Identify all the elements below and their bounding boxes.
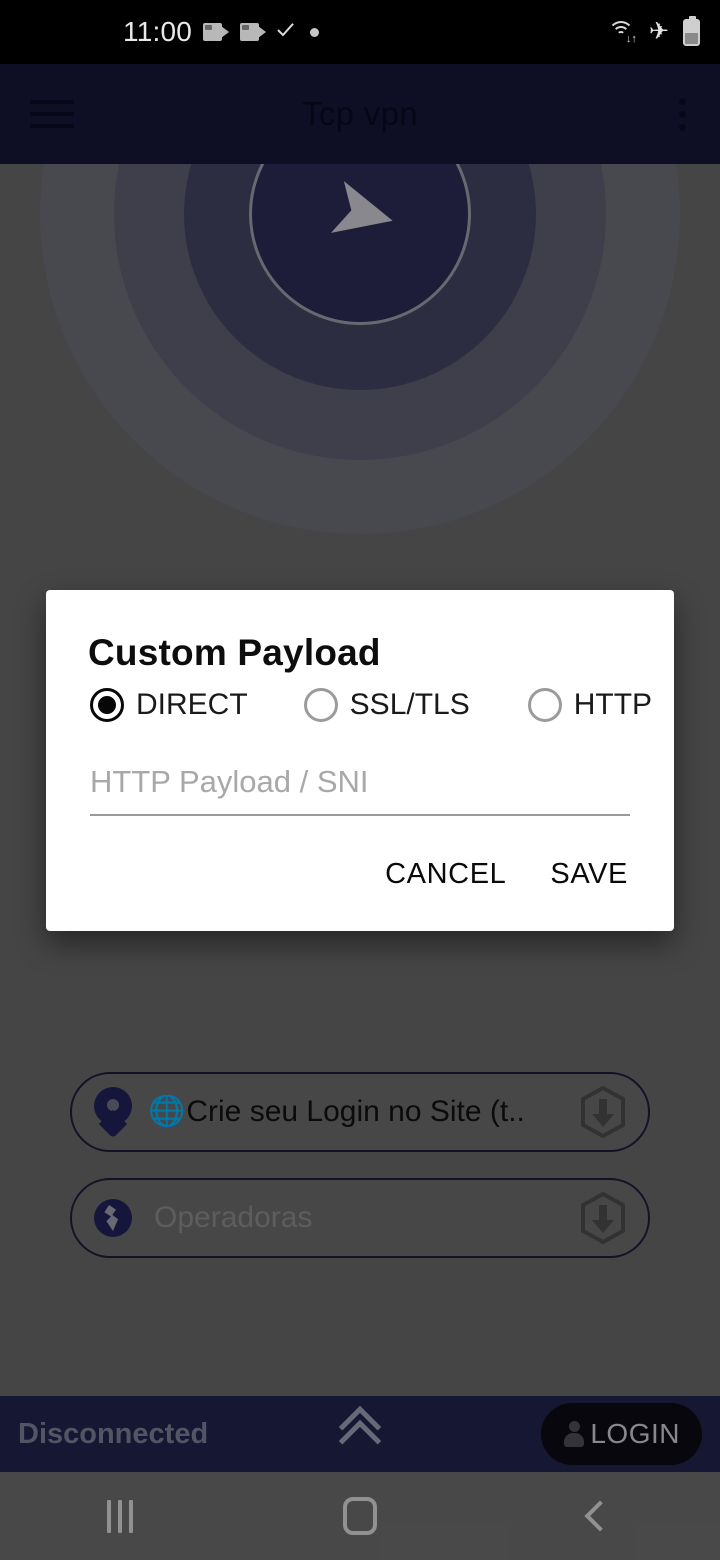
status-bar-clock: 11:00	[123, 16, 192, 47]
check-icon	[277, 25, 299, 39]
payload-field-wrapper	[90, 760, 630, 816]
radio-label-ssltls: SSL/TLS	[349, 688, 470, 721]
radio-label-direct: DIRECT	[136, 688, 248, 721]
dialog-actions: CANCEL SAVE	[46, 816, 674, 931]
status-bar: 11:00 ↓↑ ✈	[0, 0, 720, 64]
radio-button-http[interactable]	[527, 688, 562, 722]
dialog-title: Custom Payload	[88, 632, 381, 673]
payload-input[interactable]	[90, 760, 630, 804]
battery-icon	[683, 15, 700, 46]
radio-option-direct[interactable]: DIRECT	[90, 688, 248, 722]
custom-payload-dialog: Custom Payload DIRECT SSL/TLS HTTP CANCE…	[46, 590, 674, 931]
save-button[interactable]: SAVE	[550, 858, 628, 891]
radio-option-ssltls[interactable]: SSL/TLS	[303, 688, 470, 722]
dot-icon	[310, 27, 319, 37]
status-bar-left: 11:00	[123, 16, 319, 48]
camera-icon	[240, 23, 266, 41]
radio-button-direct[interactable]	[90, 688, 124, 722]
cancel-button[interactable]: CANCEL	[385, 858, 506, 891]
airplane-mode-icon: ✈	[648, 18, 669, 45]
wifi-icon: ↓↑	[607, 21, 637, 45]
radio-button-ssltls[interactable]	[303, 688, 338, 722]
protocol-radio-group: DIRECT SSL/TLS HTTP	[46, 674, 674, 722]
radio-label-http: HTTP	[573, 688, 653, 721]
status-bar-right: ↓↑ ✈	[607, 15, 700, 46]
camera-icon	[203, 23, 229, 41]
radio-option-http[interactable]: HTTP	[527, 688, 653, 722]
